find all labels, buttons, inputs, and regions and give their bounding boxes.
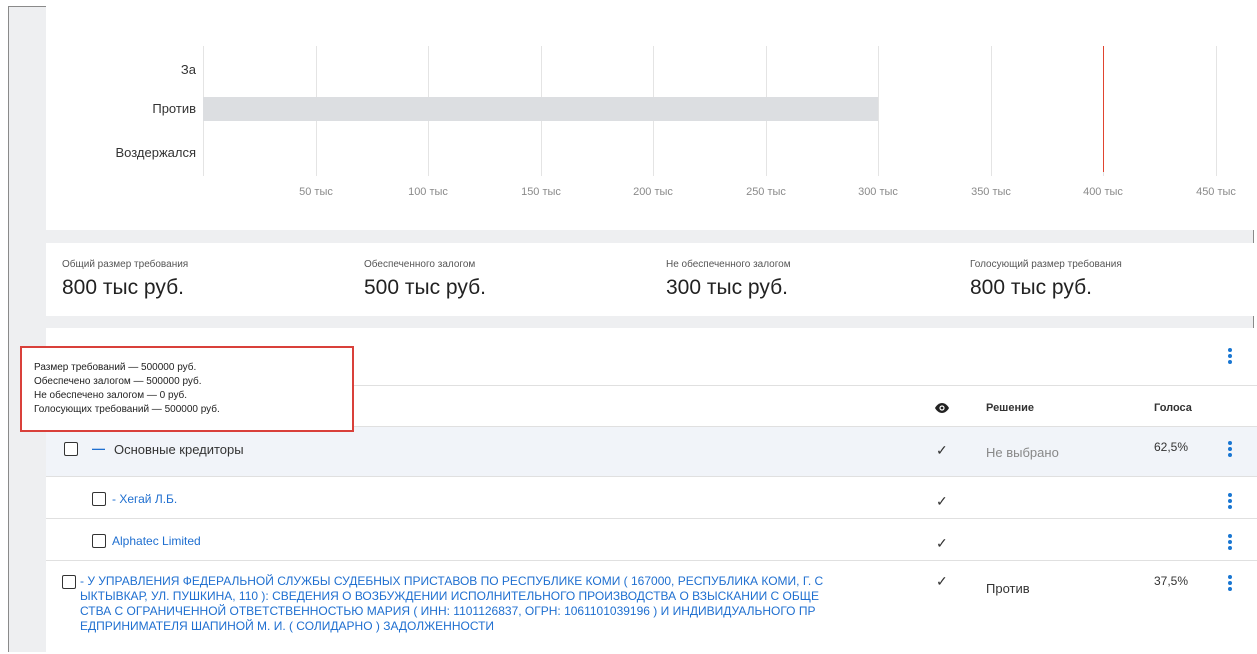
votes-cell: 62,5% [1154, 440, 1189, 454]
check-icon: ✓ [936, 442, 948, 458]
stat-total-claim: Общий размер требования 800 тыс руб. [62, 259, 188, 300]
row-checkbox[interactable] [92, 534, 106, 548]
check-icon: ✓ [936, 535, 948, 551]
divider [46, 476, 1257, 477]
decision-cell: Не выбрано [986, 445, 1059, 460]
chart-tick-label: 450 тыс [1196, 186, 1236, 198]
stat-value: 300 тыс руб. [666, 276, 788, 299]
stat-value: 800 тыс руб. [970, 276, 1092, 299]
chart-tick-label: 100 тыс [408, 186, 448, 198]
chart-tick-label: 150 тыс [521, 186, 561, 198]
chart-bar [203, 97, 878, 121]
tooltip-line: Обеспечено залогом — 500000 руб. [34, 376, 202, 387]
stat-label: Голосующий размер требования [970, 259, 1122, 270]
eye-icon [935, 403, 949, 413]
row-menu-icon[interactable] [1228, 534, 1232, 552]
chart-gridline [878, 46, 879, 176]
chart-category-label: За [180, 62, 196, 77]
chart-tick-label: 50 тыс [299, 186, 333, 198]
row-checkbox[interactable] [92, 492, 106, 506]
creditor-link[interactable]: Alphatec Limited [112, 534, 201, 548]
stat-voting-claim: Голосующий размер требования 800 тыс руб… [970, 259, 1122, 300]
chart-tick-label: 350 тыс [971, 186, 1011, 198]
check-icon: ✓ [936, 573, 948, 589]
votes-cell: 37,5% [1154, 574, 1189, 588]
stat-label: Обеспеченного залогом [364, 259, 476, 270]
stat-secured: Обеспеченного залогом 500 тыс руб. [364, 259, 486, 300]
row-checkbox[interactable] [64, 442, 78, 456]
tooltip-line: Размер требований — 500000 руб. [34, 362, 197, 373]
tooltip-line: Голосующих требований — 500000 руб. [34, 404, 220, 415]
creditor-link[interactable]: - У УПРАВЛЕНИЯ ФЕДЕРАЛЬНОЙ СЛУЖБЫ СУДЕБН… [80, 574, 920, 634]
divider [46, 518, 1257, 519]
chart-gridline [991, 46, 992, 176]
creditor-link[interactable]: - Хегай Л.Б. [112, 492, 177, 506]
claim-tooltip: Размер требований — 500000 руб. Обеспече… [20, 346, 354, 432]
row-menu-icon[interactable] [1228, 441, 1232, 459]
chart-category-label: Воздержался [115, 145, 196, 160]
decision-cell: Против [986, 581, 1030, 596]
creditor-name-line: ЕДПРИНИМАТЕЛЯ ШАПИНОЙ М. И. ( СОЛИДАРНО … [80, 619, 495, 633]
chart-tick-label: 200 тыс [633, 186, 673, 198]
card-menu-icon[interactable] [1228, 348, 1232, 366]
group-name: Основные кредиторы [114, 442, 244, 457]
chart-tick-label: 400 тыс [1083, 186, 1123, 198]
stat-unsecured: Не обеспеченного залогом 300 тыс руб. [666, 259, 791, 300]
chart-tick-label: 300 тыс [858, 186, 898, 198]
chart-tick-label: 250 тыс [746, 186, 786, 198]
stat-value: 500 тыс руб. [364, 276, 486, 299]
creditor-name-line: ЫКТЫВКАР, УЛ. ПУШКИНА, 110 ): СВЕДЕНИЯ О… [80, 589, 819, 603]
row-menu-icon[interactable] [1228, 575, 1232, 593]
stat-label: Не обеспеченного залогом [666, 259, 791, 270]
header-votes: Голоса [1154, 402, 1192, 414]
collapse-toggle[interactable]: — [92, 441, 105, 456]
chart-gridline [1216, 46, 1217, 176]
row-checkbox[interactable] [62, 575, 76, 589]
row-menu-icon[interactable] [1228, 493, 1232, 511]
chart-threshold-line [1103, 46, 1104, 172]
check-icon: ✓ [936, 493, 948, 509]
stat-label: Общий размер требования [62, 259, 189, 270]
stat-value: 800 тыс руб. [62, 276, 184, 299]
divider [46, 560, 1257, 561]
creditor-name-line: СТВА С ОГРАНИЧЕННОЙ ОТВЕТСТВЕННОСТЬЮ МАР… [80, 604, 816, 618]
header-decision: Решение [986, 402, 1034, 414]
tooltip-line: Не обеспечено залогом — 0 руб. [34, 390, 188, 401]
chart-category-label: Против [152, 101, 196, 116]
creditor-name-line: - У УПРАВЛЕНИЯ ФЕДЕРАЛЬНОЙ СЛУЖБЫ СУДЕБН… [80, 574, 824, 588]
